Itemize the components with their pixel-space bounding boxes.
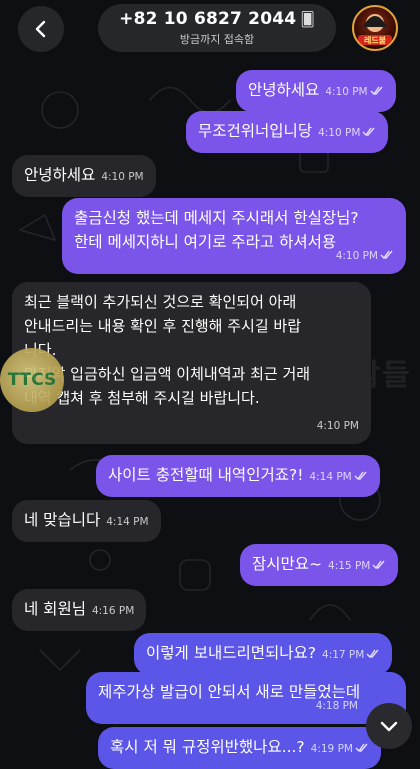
message-line: 출금신청 했는데 메세지 주시래서 한실장님? bbox=[74, 209, 359, 227]
message-line: 최근 블랙이 추가되신 것으로 확인되어 아래 bbox=[24, 293, 297, 311]
message-text: 혹시 저 뭐 규정위반했나요...? bbox=[110, 738, 305, 756]
back-button[interactable] bbox=[18, 6, 64, 52]
double-check-icon bbox=[362, 127, 375, 137]
message-outgoing[interactable]: 혹시 저 뭐 규정위반했나요...? 4:19 PM bbox=[98, 727, 381, 769]
playing-cards-icon: 🂠 bbox=[300, 12, 315, 28]
message-text: 네 맞습니다 bbox=[24, 511, 101, 529]
message-incoming[interactable]: 네 맞습니다 4:14 PM bbox=[12, 500, 161, 542]
message-incoming[interactable]: 최근 블랙이 추가되신 것으로 확인되어 아래 안내드리는 내용 확인 후 진행… bbox=[12, 282, 371, 444]
message-time: 4:14 PM bbox=[309, 465, 367, 489]
message-line: 안내드리는 내용 확인 후 진행해 주시길 바랍 bbox=[24, 317, 302, 335]
chevron-down-icon bbox=[380, 721, 398, 732]
message-time: 4:10 PM bbox=[316, 420, 359, 432]
double-check-icon bbox=[380, 250, 393, 260]
message-line: 마지막 입금하신 입금액 이체내역과 최근 거래 bbox=[24, 365, 311, 383]
message-time: 4:18 PM bbox=[315, 700, 358, 712]
message-outgoing[interactable]: 사이트 충전할때 내역인거죠?! 4:14 PM bbox=[96, 455, 380, 497]
double-check-icon bbox=[354, 471, 367, 481]
message-incoming[interactable]: 네 회원님 4:16 PM bbox=[12, 589, 147, 631]
chevron-left-icon bbox=[35, 20, 46, 38]
message-time: 4:10 PM bbox=[325, 80, 383, 104]
contact-phone: +82 10 6827 2044 bbox=[119, 9, 297, 29]
ttcs-logo-text: TTCS bbox=[7, 370, 57, 390]
message-outgoing[interactable]: 안녕하세요 4:10 PM bbox=[236, 70, 396, 112]
message-time: 4:19 PM bbox=[311, 737, 369, 761]
avatar[interactable]: 레드불 bbox=[352, 5, 398, 51]
message-line: 니다. bbox=[24, 338, 359, 362]
message-time: 4:10 PM bbox=[336, 244, 394, 268]
message-time: 4:16 PM bbox=[91, 605, 135, 617]
avatar-text: 레드불 bbox=[364, 35, 387, 45]
message-outgoing[interactable]: 출금신청 했는데 메세지 주시래서 한실장님? 한테 메세지하니 여기로 주라고… bbox=[62, 198, 406, 274]
message-time: 4:10 PM bbox=[101, 171, 144, 183]
chat-header: +82 10 6827 2044 🂠 방금까지 접속함 레드불 bbox=[0, 0, 420, 56]
message-time: 4:14 PM bbox=[106, 516, 149, 528]
ttcs-logo: TTCS bbox=[0, 348, 64, 412]
last-seen-status: 방금까지 접속함 bbox=[179, 33, 255, 46]
message-text: 네 회원님 bbox=[24, 600, 86, 618]
message-line: 내역 캡쳐 후 첨부해 주시길 바랍니다. bbox=[24, 389, 260, 407]
message-outgoing[interactable]: 잠시만요~ 4:15 PM bbox=[240, 544, 399, 586]
message-text: 무조건위너입니당 bbox=[198, 122, 313, 140]
double-check-icon bbox=[366, 649, 379, 659]
contact-info[interactable]: +82 10 6827 2044 🂠 방금까지 접속함 bbox=[98, 4, 336, 52]
message-time: 4:10 PM bbox=[318, 121, 376, 145]
message-text: 사이트 충전할때 내역인거죠?! bbox=[108, 466, 304, 484]
message-incoming[interactable]: 안녕하세요 4:10 PM bbox=[12, 155, 156, 197]
message-outgoing[interactable]: 제주가상 발급이 안되서 새로 만들었는데 4:18 PM bbox=[86, 672, 406, 724]
message-text: 안녕하세요 bbox=[248, 81, 320, 99]
message-time: 4:15 PM bbox=[328, 554, 386, 578]
message-outgoing[interactable]: 무조건위너입니당 4:10 PM bbox=[186, 111, 389, 153]
message-time: 4:17 PM bbox=[322, 643, 380, 667]
scroll-down-button[interactable] bbox=[366, 703, 412, 749]
message-text: 잠시만요~ bbox=[252, 555, 323, 573]
message-text: 이렇게 보내드리면되나요? bbox=[146, 644, 317, 662]
message-text: 안녕하세요 bbox=[24, 166, 96, 184]
double-check-icon bbox=[372, 560, 385, 570]
double-check-icon bbox=[355, 743, 368, 753]
avatar-image: 레드불 bbox=[358, 14, 392, 45]
double-check-icon bbox=[370, 86, 383, 96]
message-outgoing[interactable]: 이렇게 보내드리면되나요? 4:17 PM bbox=[134, 633, 393, 675]
